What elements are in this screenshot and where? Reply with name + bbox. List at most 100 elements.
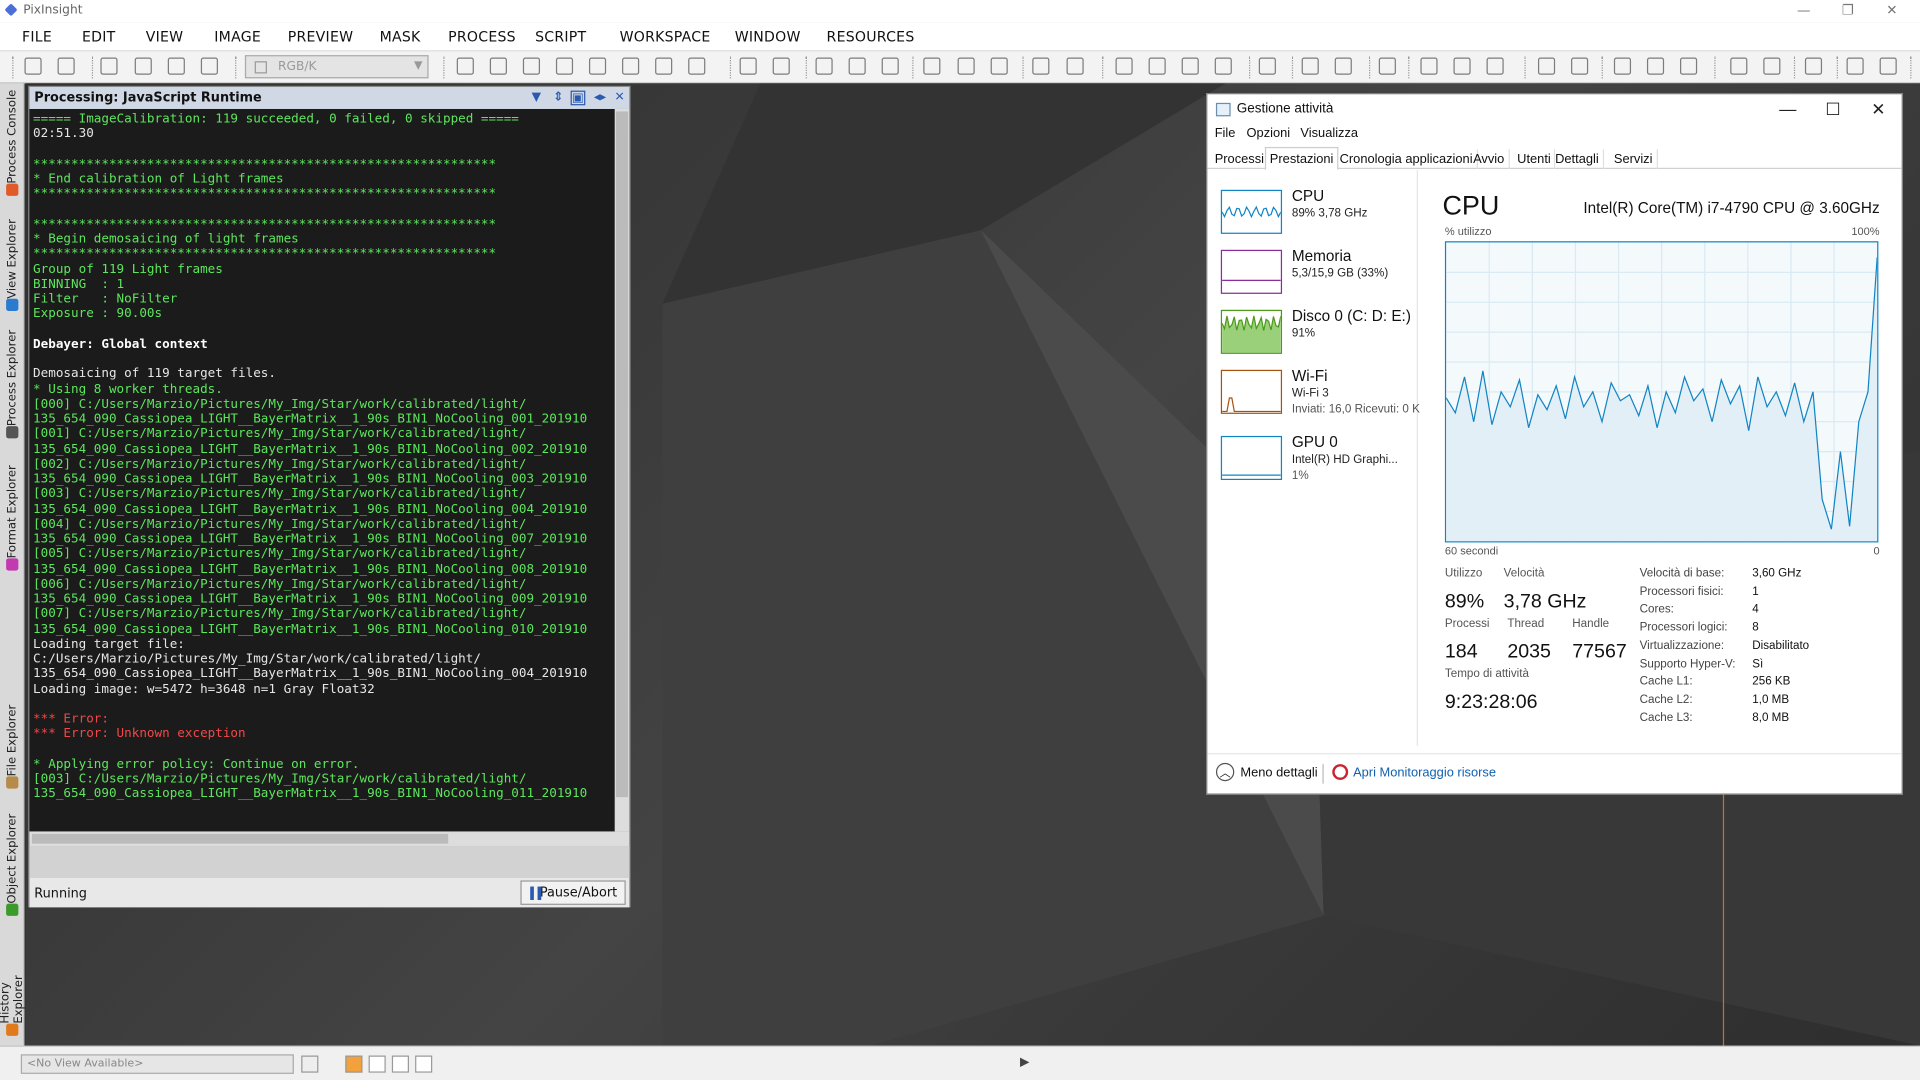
toolbar-tool-icon[interactable]: [1181, 57, 1199, 75]
tab-utenti[interactable]: Utenti: [1513, 149, 1556, 169]
toolbar-tool-icon[interactable]: [489, 57, 507, 75]
less-details-link[interactable]: Meno dettagli: [1240, 765, 1317, 780]
toolbar-tool-icon[interactable]: [923, 57, 941, 75]
console-input-area[interactable]: [29, 846, 630, 878]
toolbar-tool-icon[interactable]: [848, 57, 866, 75]
left-tab-format-explorer[interactable]: Format Explorer: [0, 453, 24, 580]
maximize-icon[interactable]: ▣: [570, 90, 586, 106]
toolbar-tool-icon[interactable]: [688, 57, 706, 75]
view-mode-icon[interactable]: [301, 1055, 319, 1073]
toolbar-tool-icon[interactable]: [1420, 57, 1438, 75]
console-vertical-scrollbar[interactable]: [614, 108, 630, 832]
restore-icon[interactable]: ❐: [1829, 0, 1866, 22]
toolbar-tool-icon[interactable]: [1258, 57, 1276, 75]
scrollbar-thumb[interactable]: [31, 833, 449, 844]
tab-servizi[interactable]: Servizi: [1610, 149, 1658, 169]
toolbar-tool-icon[interactable]: [1804, 57, 1823, 75]
tab-dettagli[interactable]: Dettagli: [1551, 149, 1604, 169]
open-resource-monitor-link[interactable]: Apri Monitoraggio risorse: [1353, 765, 1496, 780]
left-tab-history-explorer[interactable]: History Explorer: [0, 931, 26, 1046]
task-manager-window[interactable]: Gestione attività — ☐ ✕ File Opzioni Visua…: [1206, 93, 1903, 795]
tab-processi[interactable]: Processi: [1211, 149, 1269, 169]
toolbar-tool-icon[interactable]: [1214, 57, 1232, 75]
tab-avvio[interactable]: Avvio: [1469, 149, 1510, 169]
sidebar-item-wifi[interactable]: Wi-Fi Wi-Fi 3 Inviati: 16,0 Ricevuti: 0 K: [1220, 367, 1420, 421]
toolbar-tool-icon[interactable]: [1730, 57, 1748, 75]
menu-item-edit[interactable]: EDIT: [82, 28, 115, 45]
close-icon[interactable]: ✕: [612, 91, 627, 106]
toolbar-tool-icon[interactable]: [167, 57, 185, 75]
toolbar-tool-icon[interactable]: [1486, 57, 1504, 75]
toolbar-tool-icon[interactable]: [1537, 57, 1556, 75]
toolbar-tool-icon[interactable]: [1846, 57, 1864, 75]
menu-item-view[interactable]: VIEW: [146, 28, 184, 45]
menu-item-mask[interactable]: MASK: [380, 28, 421, 45]
chevron-up-icon[interactable]: ︿: [1215, 762, 1235, 782]
toolbar-tool-icon[interactable]: [881, 57, 899, 75]
menu-item-preview[interactable]: PREVIEW: [288, 28, 354, 45]
toolbar-tool-icon[interactable]: [772, 57, 790, 75]
menu-item-resources[interactable]: RESOURCES: [827, 28, 915, 45]
view-selector[interactable]: <No View Available>: [20, 1054, 294, 1074]
channel-button[interactable]: [345, 1055, 363, 1073]
toolbar-tool-icon[interactable]: [1378, 57, 1396, 75]
toolbar-tool-icon[interactable]: [815, 57, 833, 75]
menu-item-workspace[interactable]: WORKSPACE: [620, 28, 711, 45]
minimize-icon[interactable]: —: [1785, 0, 1822, 22]
shade-icon[interactable]: ▼: [529, 91, 544, 106]
toolbar-tool-icon[interactable]: [200, 57, 218, 75]
process-console-window[interactable]: Processing: JavaScript Runtime ▼ ⇕ ▣ ◂▸ …: [28, 85, 631, 908]
tm-menu-opzioni[interactable]: Opzioni: [1247, 126, 1291, 141]
pause-abort-button[interactable]: Pause/Abort: [520, 880, 626, 905]
toolbar-tool-icon[interactable]: [1148, 57, 1166, 75]
menu-item-process[interactable]: PROCESS: [448, 28, 516, 45]
toolbar-tool-icon[interactable]: [1879, 57, 1897, 75]
toolbar-tool-icon[interactable]: [1453, 57, 1471, 75]
toolbar-tool-icon[interactable]: [1763, 57, 1781, 75]
tab-cronologia-applicazioni[interactable]: Cronologia applicazioni: [1336, 149, 1478, 169]
console-horizontal-scrollbar[interactable]: [29, 831, 630, 847]
toolbar-tool-icon[interactable]: [1066, 57, 1084, 75]
close-icon[interactable]: ✕: [1856, 97, 1900, 121]
left-tab-object-explorer[interactable]: Object Explorer: [0, 803, 24, 925]
toolbar-tool-icon[interactable]: [1301, 57, 1319, 75]
toolbar-tool-icon[interactable]: [1032, 57, 1050, 75]
console-title-bar[interactable]: Processing: JavaScript Runtime ▼ ⇕ ▣ ◂▸ …: [29, 86, 630, 109]
toolbar-tool-icon[interactable]: [1646, 57, 1665, 75]
console-output[interactable]: ===== ImageCalibration: 119 succeeded, 0…: [29, 109, 614, 831]
sidebar-item-gpu[interactable]: GPU 0 Intel(R) HD Graphi... 1%: [1220, 433, 1417, 487]
toolbar-tool-icon[interactable]: [957, 57, 975, 75]
sidebar-item-memoria[interactable]: Memoria 5,3/15,9 GB (33%): [1220, 247, 1417, 301]
toolbar-tool-icon[interactable]: [134, 57, 152, 75]
toolbar-tool-icon[interactable]: [522, 57, 541, 75]
minimize-icon[interactable]: —: [1766, 97, 1810, 121]
left-tab-process-console[interactable]: Process Console: [0, 83, 24, 205]
toolbar-tool-icon[interactable]: [1115, 57, 1133, 75]
sidebar-item-disco[interactable]: Disco 0 (C: D: E:) 91%: [1220, 307, 1417, 361]
split-icon[interactable]: ◂▸: [593, 91, 608, 106]
channel-button[interactable]: [415, 1055, 433, 1073]
close-icon[interactable]: ✕: [1873, 0, 1910, 22]
menu-item-script[interactable]: SCRIPT: [535, 28, 586, 45]
color-space-select[interactable]: RGB/K ▼: [244, 55, 429, 79]
maximize-icon[interactable]: ☐: [1811, 97, 1855, 121]
toolbar-tool-icon[interactable]: [739, 57, 757, 75]
toolbar-tool-icon[interactable]: [1571, 57, 1589, 75]
toolbar-tool-icon[interactable]: [456, 57, 474, 75]
left-tab-file-explorer[interactable]: File Explorer: [0, 691, 24, 799]
tab-prestazioni[interactable]: Prestazioni: [1264, 146, 1339, 171]
toolbar-tool-icon[interactable]: [1613, 57, 1632, 75]
dock-icon[interactable]: ⇕: [551, 91, 566, 106]
toolbar-tool-icon[interactable]: [24, 57, 42, 75]
scrollbar-thumb[interactable]: [615, 111, 629, 798]
toolbar-tool-icon[interactable]: [57, 57, 75, 75]
channel-button[interactable]: [368, 1055, 386, 1073]
toolbar-tool-icon[interactable]: [655, 57, 673, 75]
left-tab-view-explorer[interactable]: View Explorer: [0, 211, 24, 321]
sidebar-item-cpu[interactable]: CPU 89% 3,78 GHz: [1220, 187, 1417, 241]
tm-menu-file[interactable]: File: [1215, 126, 1236, 141]
toolbar-tool-icon[interactable]: [1680, 57, 1698, 75]
toolbar-tool-icon[interactable]: [1334, 57, 1352, 75]
menu-item-file[interactable]: FILE: [22, 28, 52, 45]
tm-menu-visualizza[interactable]: Visualizza: [1300, 126, 1358, 141]
